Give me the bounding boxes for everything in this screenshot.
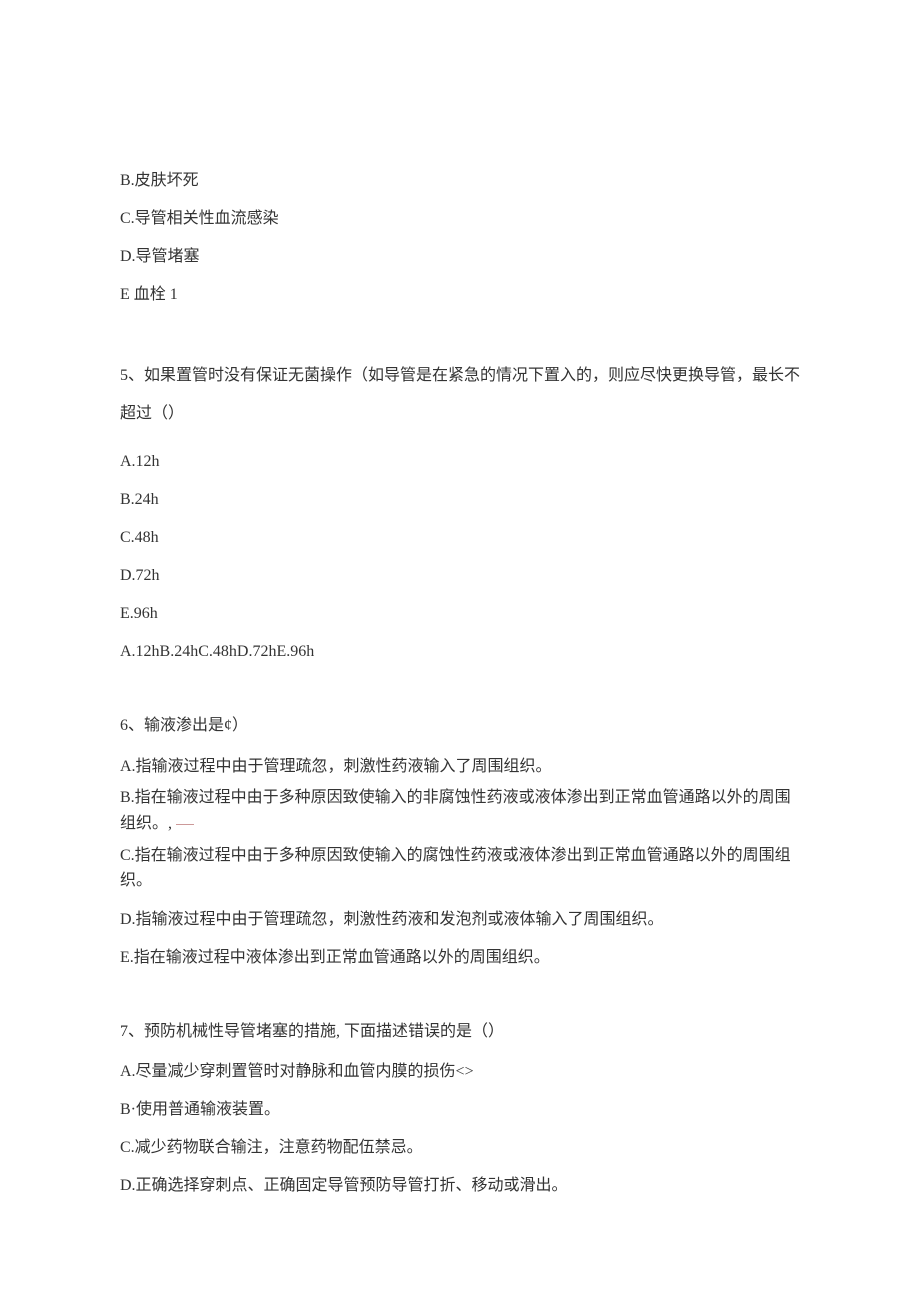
q7-option-a: A.尽量减少穿刺置管时对静脉和血管内膜的损伤<> <box>120 1060 800 1084</box>
q4-option-e: E 血栓 1 <box>120 283 800 307</box>
q6-option-a: A.指输液过程中由于管理疏忽，刺激性药液输入了周围组织。 <box>120 754 800 780</box>
q4-option-c: C.导管相关性血流感染 <box>120 207 800 231</box>
q7-stem: 7、预防机械性导管堵塞的措施, 下面描述错误的是（） <box>120 1020 800 1044</box>
q6-stem: 6、输液渗出是¢） <box>120 714 800 738</box>
q5-combined-line: A.12hB.24hC.48hD.72hE.96h <box>120 640 800 664</box>
q5-option-b: B.24h <box>120 488 800 512</box>
q4-option-d: D.导管堵塞 <box>120 245 800 269</box>
q6-option-b: B.指在输液过程中由于多种原因致使输入的非腐蚀性药液或液体渗出到正常血管通路以外… <box>120 785 800 836</box>
q5-option-e: E.96h <box>120 602 800 626</box>
q5-option-a: A.12h <box>120 450 800 474</box>
underline-mark <box>176 824 194 825</box>
q7-option-c: C.减少药物联合输注，注意药物配伍禁忌。 <box>120 1136 800 1160</box>
q7-option-d: D.正确选择穿刺点、正确固定导管预防导管打折、移动或滑出。 <box>120 1174 800 1198</box>
q4-option-b: B.皮肤坏死 <box>120 169 800 193</box>
q6-option-c: C.指在输液过程中由于多种原因致使输入的腐蚀性药液或液体渗出到正常血管通路以外的… <box>120 843 800 894</box>
q7-option-b: B·使用普通输液装置。 <box>120 1098 800 1122</box>
q6-option-b-text: B.指在输液过程中由于多种原因致使输入的非腐蚀性药液或液体渗出到正常血管通路以外… <box>120 789 791 832</box>
q5-option-c: C.48h <box>120 526 800 550</box>
document-page: B.皮肤坏死 C.导管相关性血流感染 D.导管堵塞 E 血栓 1 5、如果置管时… <box>0 0 920 1292</box>
q6-option-d: D.指输液过程中由于管理疏忽，刺激性药液和发泡剂或液体输入了周围组织。 <box>120 908 800 932</box>
q5-option-d: D.72h <box>120 564 800 588</box>
q6-option-e: E.指在输液过程中液体渗出到正常血管通路以外的周围组织。 <box>120 946 800 970</box>
q5-stem: 5、如果置管时没有保证无菌操作（如导管是在紧急的情况下置入的，则应尽快更换导管，… <box>120 357 800 434</box>
